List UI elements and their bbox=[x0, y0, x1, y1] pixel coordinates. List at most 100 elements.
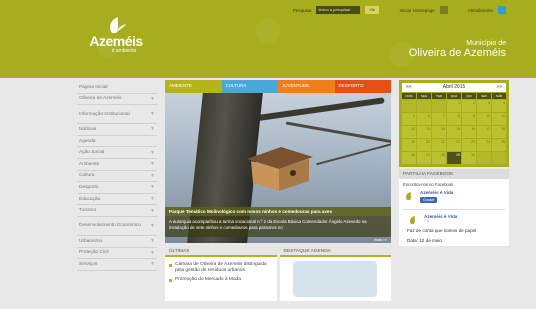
sidebar-item[interactable]: Educação ▼ bbox=[77, 193, 157, 206]
calendar-prev-button[interactable]: «« bbox=[406, 84, 412, 91]
homepage-link[interactable]: Iniciar Homepage bbox=[399, 8, 434, 13]
sidebar-item[interactable]: Oliveira de Azeméis ▼ bbox=[77, 93, 157, 106]
calendar-day[interactable]: 3 bbox=[477, 100, 491, 112]
calendar-day[interactable]: 21 bbox=[432, 139, 446, 151]
sidebar-item-label: Agenda bbox=[79, 138, 96, 144]
news-header: ÚLTIMAS bbox=[165, 246, 277, 257]
service-link[interactable]: Atendimento bbox=[468, 8, 493, 13]
agenda-image[interactable] bbox=[293, 261, 378, 297]
search-input[interactable]: termo a pesquisar bbox=[316, 6, 361, 14]
calendar-day[interactable]: 7 bbox=[432, 113, 446, 125]
search-button[interactable]: Ok bbox=[365, 6, 380, 14]
calendar-day[interactable]: 20 bbox=[417, 139, 431, 151]
news-item[interactable]: Promoção do Mercado à Moda bbox=[169, 277, 273, 283]
sidebar-item[interactable]: Turismo ▼ bbox=[77, 205, 157, 217]
calendar-day[interactable]: 22 bbox=[447, 139, 461, 151]
sidebar-item[interactable]: Desporto ▼ bbox=[77, 182, 157, 194]
tab-ambiente[interactable]: AMBIENTE bbox=[165, 80, 222, 93]
sidebar-item[interactable]: Urbanismo ▼ bbox=[77, 235, 157, 248]
calendar-day[interactable]: 1 bbox=[447, 100, 461, 112]
sidebar-item[interactable]: Página Inicial bbox=[77, 82, 157, 94]
calendar-day[interactable]: 11 bbox=[492, 113, 506, 125]
calendar-day[interactable]: 29 bbox=[447, 152, 461, 164]
news-panel: ÚLTIMAS Câmara de Oliveira de Azeméis di… bbox=[165, 246, 277, 301]
sidebar-item[interactable]: Ambiente ▼ bbox=[77, 158, 157, 171]
facebook-page-card: Azeméis é Vida Gostar bbox=[399, 190, 509, 203]
chevron-down-icon: ▼ bbox=[150, 207, 155, 214]
sidebar-item[interactable]: Proteção Civil ▼ bbox=[77, 247, 157, 260]
facebook-post-time: 7 h bbox=[424, 219, 429, 223]
chevron-down-icon: ▼ bbox=[150, 249, 155, 256]
calendar-day[interactable]: 16 bbox=[462, 126, 476, 138]
calendar-day-name: SÁB bbox=[492, 93, 506, 99]
feature-description: A autarquia acompanhou a turma vocaciona… bbox=[165, 216, 391, 237]
chat-icon[interactable] bbox=[498, 6, 506, 14]
facebook-widget: PARTILHA FACEBOOK Encontra-nos no Facebo… bbox=[399, 169, 509, 246]
calendar-day[interactable]: 26 bbox=[402, 152, 416, 164]
sidebar-item[interactable]: Notícias ▼ bbox=[77, 124, 157, 136]
calendar-day bbox=[432, 100, 446, 112]
calendar-day[interactable]: 15 bbox=[447, 126, 461, 138]
calendar-day[interactable]: 25 bbox=[492, 139, 506, 151]
sidebar-item[interactable]: Informação Institucional ▼ bbox=[77, 105, 157, 125]
feature-more-link[interactable]: mais >> bbox=[374, 238, 387, 242]
sidebar-item[interactable]: Ação Social ▼ bbox=[77, 147, 157, 159]
calendar-day[interactable]: 8 bbox=[447, 113, 461, 125]
calendar-day[interactable]: 6 bbox=[417, 113, 431, 125]
calendar-day[interactable]: 19 bbox=[402, 139, 416, 151]
leaf-icon bbox=[104, 16, 128, 34]
chevron-down-icon: ▼ bbox=[150, 149, 155, 156]
facebook-page-name[interactable]: Azeméis é Vida bbox=[420, 190, 453, 195]
calendar-day[interactable]: 13 bbox=[417, 126, 431, 138]
birdhouse-image bbox=[245, 145, 315, 193]
calendar: «« Abril 2015 »» DOM SEG TER QUA QUI SEX SÁB 1 2… bbox=[399, 80, 509, 167]
site-logo[interactable]: Azeméis é ambiente bbox=[86, 16, 146, 72]
tab-cultura[interactable]: CULTURA bbox=[221, 80, 278, 93]
tab-desporto[interactable]: DESPORTO bbox=[334, 80, 391, 93]
feature-title[interactable]: Parque Temático Molinológico com novos n… bbox=[165, 207, 391, 216]
calendar-day[interactable]: 24 bbox=[477, 139, 491, 151]
calendar-header: «« Abril 2015 »» bbox=[402, 83, 506, 92]
calendar-day[interactable]: 18 bbox=[492, 126, 506, 138]
calendar-day[interactable]: 23 bbox=[462, 139, 476, 151]
category-tabs: AMBIENTE CULTURA JUVENTUDE DESPORTO bbox=[165, 80, 391, 93]
home-icon[interactable] bbox=[439, 6, 448, 14]
sidebar-item-label: Turismo bbox=[79, 208, 97, 214]
calendar-day-name: SEX bbox=[477, 93, 491, 99]
facebook-post-page[interactable]: Azeméis é Vida bbox=[424, 214, 457, 219]
sidebar-item-label: Notícias bbox=[79, 126, 97, 132]
calendar-day[interactable]: 30 bbox=[462, 152, 476, 164]
calendar-day[interactable]: 14 bbox=[432, 126, 446, 138]
calendar-day[interactable]: 9 bbox=[462, 113, 476, 125]
calendar-next-button[interactable]: »» bbox=[496, 84, 502, 91]
calendar-day[interactable]: 12 bbox=[402, 126, 416, 138]
azemeis-logo-icon bbox=[407, 214, 421, 226]
calendar-day[interactable]: 10 bbox=[477, 113, 491, 125]
calendar-grid: DOM SEG TER QUA QUI SEX SÁB 1 2 3 4 5 6 7 8 9 10 11 12 13 14… bbox=[402, 93, 506, 164]
sidebar-item-label: Urbanismo bbox=[79, 238, 103, 244]
chevron-down-icon: ▼ bbox=[150, 95, 155, 102]
sidebar-item[interactable]: Desenvolvimento Económico ▼ bbox=[77, 216, 157, 236]
featured-story[interactable]: Parque Temático Molinológico com novos n… bbox=[165, 93, 391, 243]
calendar-day[interactable]: 27 bbox=[417, 152, 431, 164]
main-content: AMBIENTE CULTURA JUVENTUDE DESPORTO Parque … bbox=[165, 80, 391, 301]
calendar-day bbox=[477, 152, 491, 164]
sidebar-item-label: Oliveira de Azeméis bbox=[79, 96, 122, 102]
news-item[interactable]: Câmara de Oliveira de Azeméis distinguid… bbox=[169, 262, 273, 274]
sidebar-item[interactable]: Serviços ▼ bbox=[77, 259, 157, 271]
sidebar-item[interactable]: Agenda bbox=[77, 135, 157, 148]
calendar-day[interactable]: 17 bbox=[477, 126, 491, 138]
logo-title: Azeméis bbox=[89, 33, 143, 49]
calendar-day[interactable]: 4 bbox=[492, 100, 506, 112]
tab-juventude[interactable]: JUVENTUDE bbox=[278, 80, 335, 93]
facebook-like-button[interactable]: Gostar bbox=[420, 197, 438, 203]
calendar-day-name: DOM bbox=[402, 93, 416, 99]
facebook-header: PARTILHA FACEBOOK bbox=[399, 169, 509, 179]
sidebar-item[interactable]: Cultura ▼ bbox=[77, 170, 157, 183]
bullet-icon bbox=[169, 279, 172, 282]
facebook-find-us[interactable]: Encontra-nos no Facebook bbox=[399, 179, 509, 190]
calendar-day[interactable]: 2 bbox=[462, 100, 476, 112]
sidebar-item-label: Educação bbox=[79, 196, 101, 202]
calendar-day[interactable]: 5 bbox=[402, 113, 416, 125]
calendar-day[interactable]: 28 bbox=[432, 152, 446, 164]
